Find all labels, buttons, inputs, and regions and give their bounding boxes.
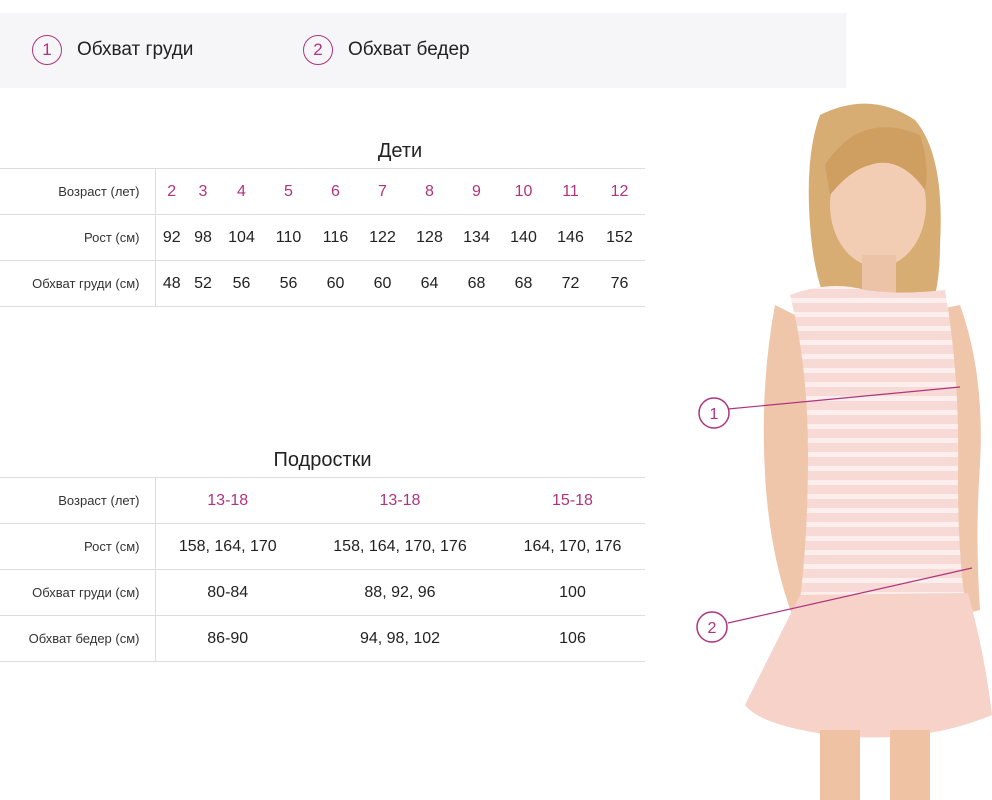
model-illustration: 1 2 — [696, 103, 992, 800]
teens-chest-label: Обхват груди (см) — [0, 569, 156, 616]
kids-height-row: Рост (см) 92 98 104 110 116 122 128 134 … — [0, 214, 645, 261]
kids-age-cell: 8 — [406, 168, 453, 215]
teens-chest-cell: 88, 92, 96 — [300, 569, 500, 616]
dress-top-shape — [790, 286, 965, 600]
kids-height-cell: 92 — [155, 214, 188, 261]
teens-chest-cell: 100 — [500, 569, 645, 616]
kids-age-cell: 12 — [594, 168, 645, 215]
teens-height-cell: 158, 164, 170, 176 — [300, 523, 500, 570]
marker-1-label: 1 — [710, 406, 719, 423]
kids-age-cell: 6 — [312, 168, 359, 215]
kids-chest-cell: 68 — [453, 260, 500, 307]
kids-age-cell: 10 — [500, 168, 547, 215]
teens-table-title: Подростки — [273, 449, 372, 471]
right-leg-shape — [890, 730, 930, 800]
kids-size-table: Возраст (лет) 2 3 4 5 6 7 8 9 10 11 12 Р… — [0, 168, 645, 307]
kids-chest-label: Обхват груди (см) — [0, 260, 156, 307]
kids-height-cell: 128 — [406, 214, 453, 261]
teens-age-row: Возраст (лет) 13-18 13-18 15-18 — [0, 477, 645, 524]
teens-height-cell: 158, 164, 170 — [155, 523, 300, 570]
kids-chest-cell: 48 — [155, 260, 188, 307]
kids-chest-cell: 64 — [406, 260, 453, 307]
kids-age-cell: 4 — [218, 168, 265, 215]
kids-age-cell: 2 — [155, 168, 188, 215]
kids-chest-cell: 72 — [547, 260, 594, 307]
teens-hips-cell: 86-90 — [155, 615, 300, 662]
legend-number-1: 1 — [32, 35, 62, 65]
kids-chest-row: Обхват груди (см) 48 52 56 56 60 60 64 6… — [0, 260, 645, 307]
kids-chest-cell: 60 — [312, 260, 359, 307]
teens-hips-cell: 106 — [500, 615, 645, 662]
kids-height-cell: 110 — [265, 214, 312, 261]
kids-height-cell: 146 — [547, 214, 594, 261]
teens-age-cell: 13-18 — [155, 477, 300, 524]
kids-table-title: Дети — [377, 140, 423, 162]
teens-height-row: Рост (см) 158, 164, 170 158, 164, 170, 1… — [0, 523, 645, 570]
teens-height-cell: 164, 170, 176 — [500, 523, 645, 570]
kids-height-cell: 140 — [500, 214, 547, 261]
teens-age-cell: 13-18 — [300, 477, 500, 524]
kids-age-cell: 3 — [188, 168, 218, 215]
kids-chest-cell: 68 — [500, 260, 547, 307]
measurement-legend: 1 Обхват груди 2 Обхват бедер — [0, 13, 846, 88]
kids-height-label: Рост (см) — [0, 214, 156, 261]
teens-hips-label: Обхват бедер (см) — [0, 615, 156, 662]
kids-height-cell: 98 — [188, 214, 218, 261]
teens-chest-row: Обхват груди (см) 80-84 88, 92, 96 100 — [0, 569, 645, 616]
dress-skirt-shape — [745, 593, 992, 738]
legend-item-hips: 2 Обхват бедер — [303, 35, 470, 65]
kids-chest-cell: 52 — [188, 260, 218, 307]
legend-number-2: 2 — [303, 35, 333, 65]
teens-size-table: Возраст (лет) 13-18 13-18 15-18 Рост (см… — [0, 477, 645, 662]
marker-2-label: 2 — [708, 620, 717, 637]
kids-age-cell: 5 — [265, 168, 312, 215]
teens-height-label: Рост (см) — [0, 523, 156, 570]
kids-height-cell: 122 — [359, 214, 406, 261]
legend-label-chest: Обхват груди — [77, 39, 194, 60]
legend-item-chest: 1 Обхват груди — [32, 35, 193, 65]
teens-age-label: Возраст (лет) — [0, 477, 156, 524]
kids-height-cell: 104 — [218, 214, 265, 261]
kids-height-cell: 116 — [312, 214, 359, 261]
kids-age-cell: 11 — [547, 168, 594, 215]
kids-chest-cell: 56 — [265, 260, 312, 307]
neck-shape — [862, 255, 896, 295]
legend-label-hips: Обхват бедер — [348, 39, 470, 60]
kids-age-row: Возраст (лет) 2 3 4 5 6 7 8 9 10 11 12 — [0, 168, 645, 215]
kids-height-cell: 152 — [594, 214, 645, 261]
teens-hips-cell: 94, 98, 102 — [300, 615, 500, 662]
teens-age-cell: 15-18 — [500, 477, 645, 524]
marker-1-badge: 1 — [698, 397, 730, 429]
kids-chest-cell: 56 — [218, 260, 265, 307]
kids-age-cell: 9 — [453, 168, 500, 215]
left-leg-shape — [820, 730, 860, 800]
kids-chest-cell: 76 — [594, 260, 645, 307]
kids-age-label: Возраст (лет) — [0, 168, 156, 215]
kids-height-cell: 134 — [453, 214, 500, 261]
teens-chest-cell: 80-84 — [155, 569, 300, 616]
marker-2-badge: 2 — [696, 611, 728, 643]
teens-hips-row: Обхват бедер (см) 86-90 94, 98, 102 106 — [0, 615, 645, 662]
kids-chest-cell: 60 — [359, 260, 406, 307]
kids-age-cell: 7 — [359, 168, 406, 215]
